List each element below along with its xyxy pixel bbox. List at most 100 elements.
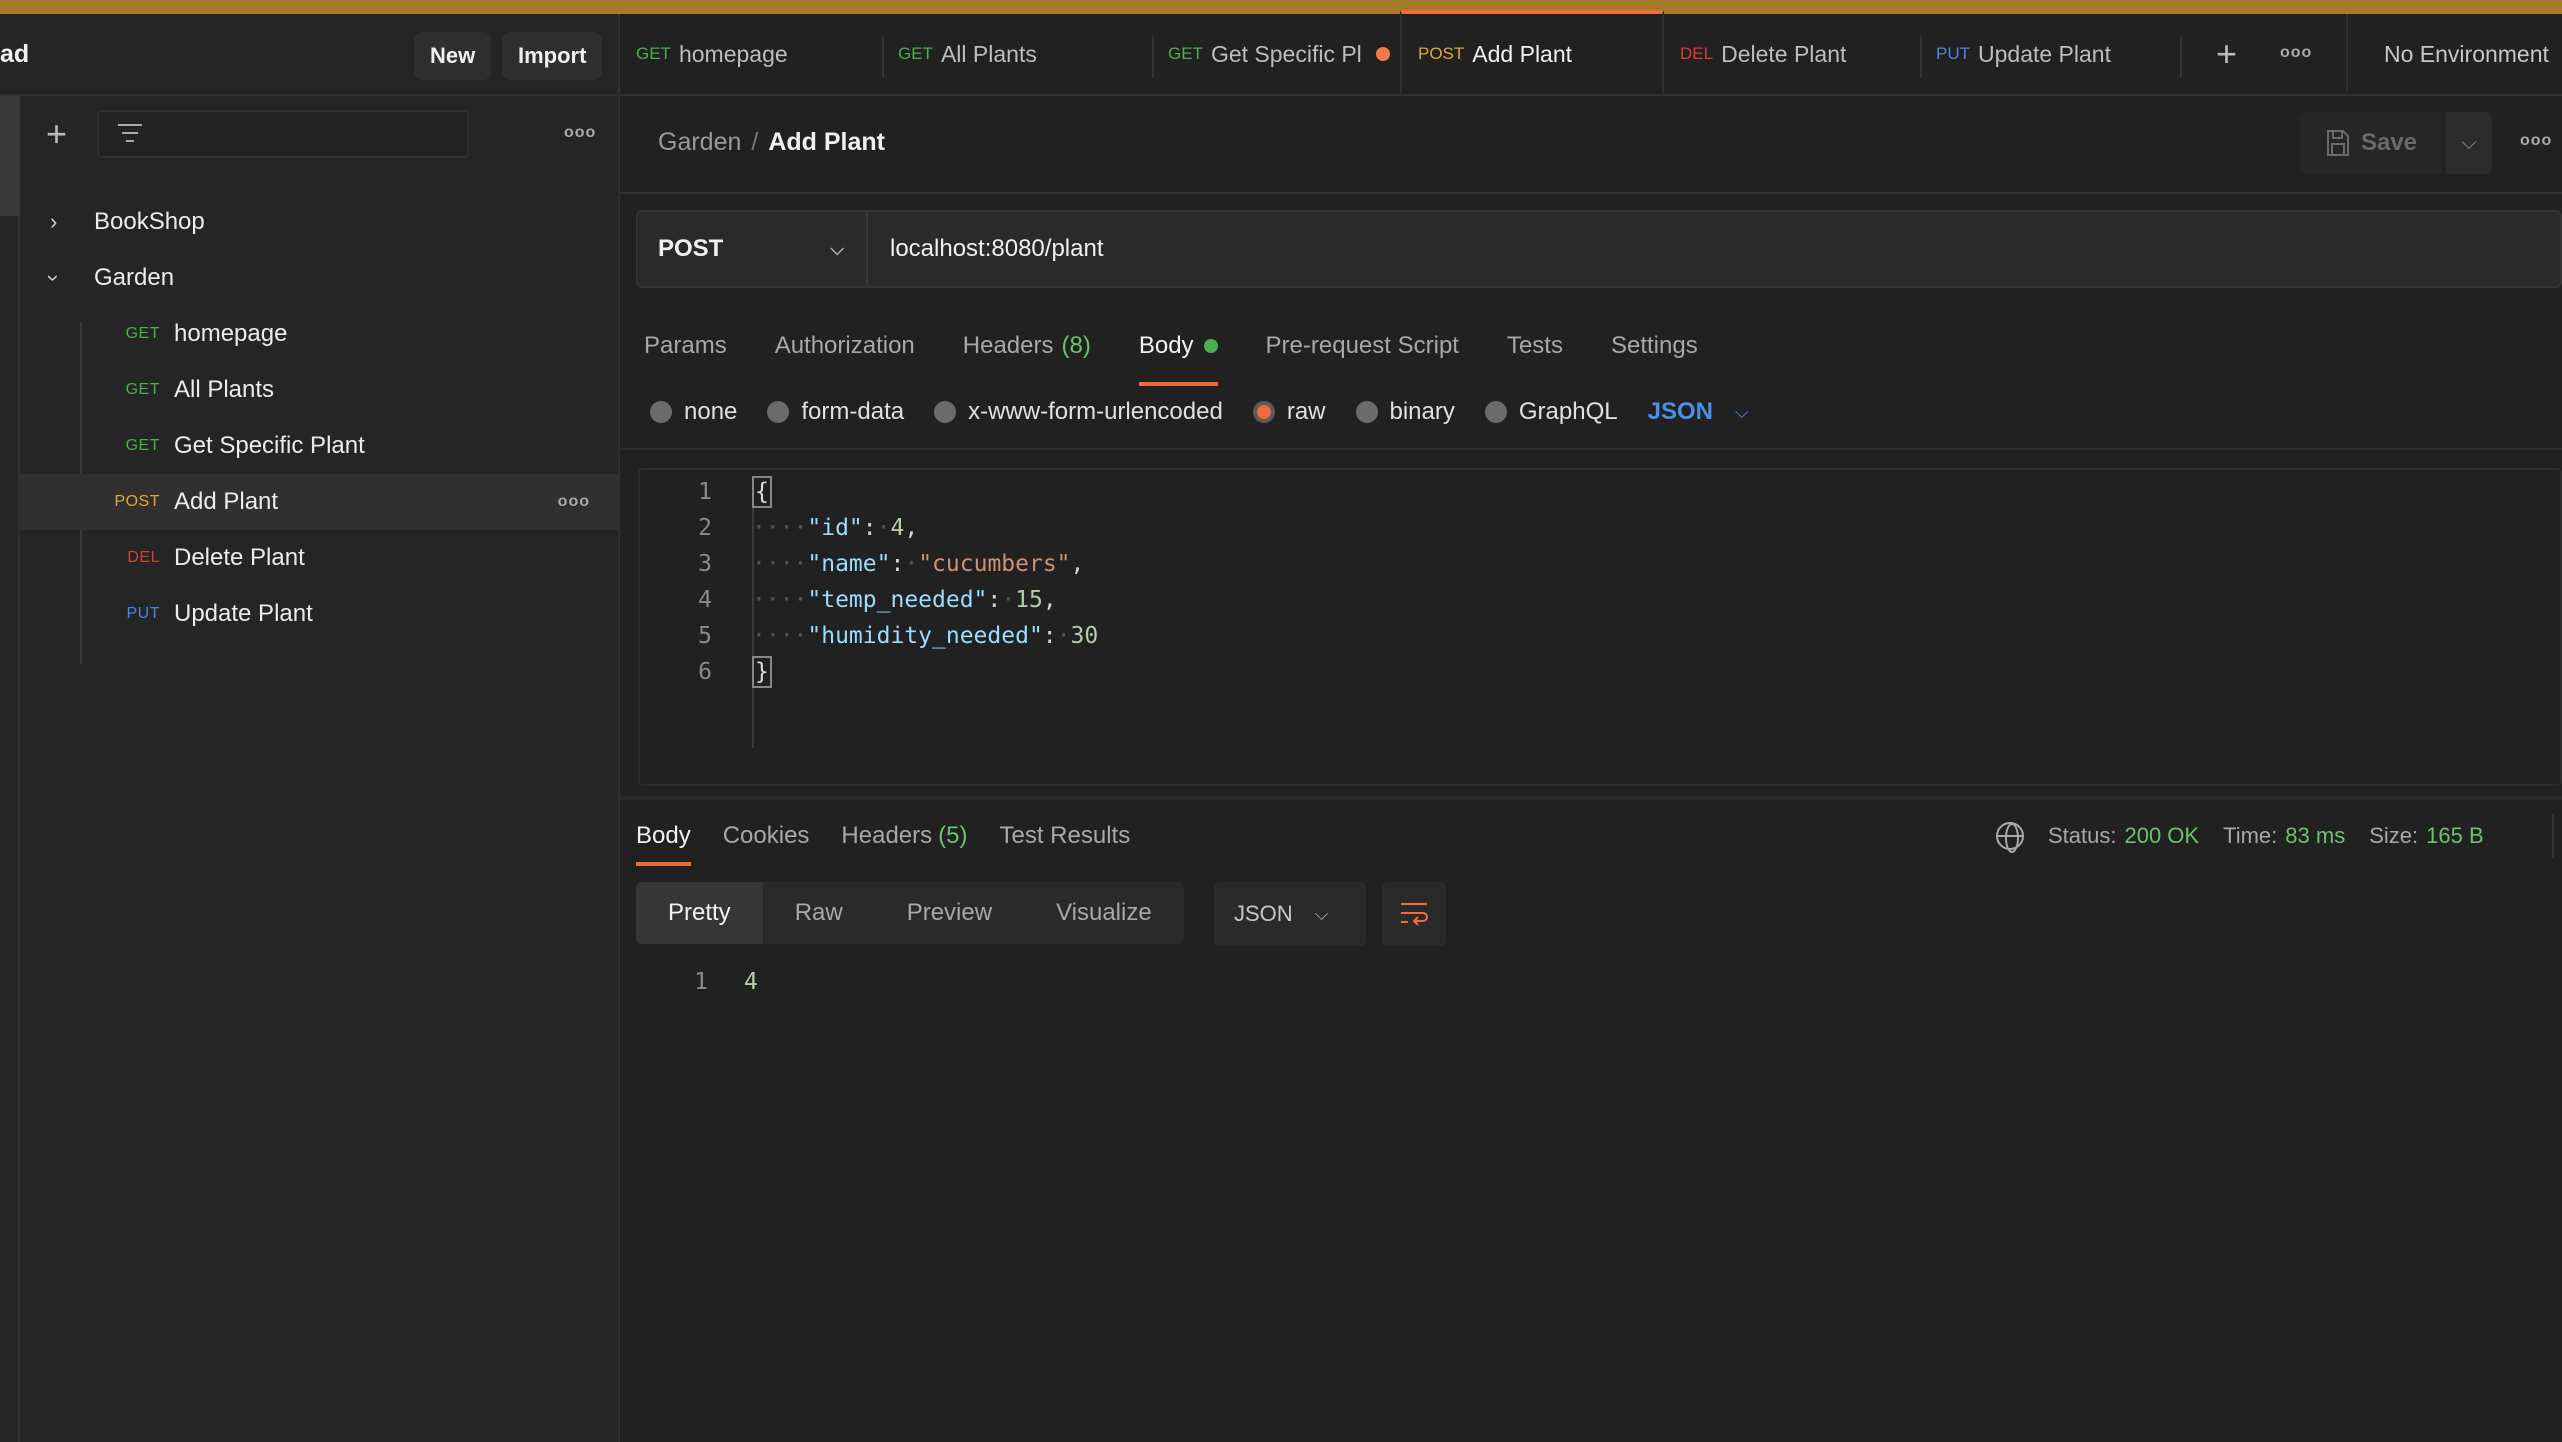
line-number: 2 [698,515,712,541]
body-language-value: JSON [1647,398,1713,425]
tab-label: Tests [1506,332,1563,359]
request-body-editor[interactable]: 1{2 ····"id":·4, 3 ····"name":·"cucumbers",… [638,468,2562,786]
save-button[interactable]: Save [2300,112,2442,174]
filter-input[interactable] [97,110,469,158]
save-response-button[interactable]: S [2552,814,2562,858]
method-badge: PUT [126,605,160,622]
status[interactable]: Status: 200 OK [2048,823,2199,849]
time[interactable]: Time: 83 ms [2223,823,2345,849]
environment-selector[interactable]: No Environment [2346,14,2562,94]
response-tab-headers[interactable]: Headers (5) [841,822,967,850]
tab-label: Headers [841,822,933,849]
method-badge: GET [1168,44,1203,63]
new-button[interactable]: New [414,32,492,80]
left-rail-active-item[interactable] [0,96,20,216]
request-item[interactable]: GET Get Specific Plant [20,418,618,474]
breadcrumb-separator: / [751,128,759,156]
code-line: 2 ····"id":·4, [640,510,2560,546]
response-tabs: Body Cookies Headers (5) Test Results [636,814,1130,866]
save-options-chevron-icon[interactable]: ⌵ [2446,112,2492,174]
globe-icon[interactable] [1996,822,2024,853]
code-token: ···· [752,515,808,541]
request-item-selected[interactable]: POST Add Plant ooo [20,474,618,530]
wrap-lines-button[interactable] [1382,882,1446,946]
code-token: , [1042,587,1057,613]
code-token: "cucumbers" [918,551,1071,577]
chevron-down-icon[interactable]: › [41,274,67,281]
add-collection-icon[interactable]: + [46,116,67,152]
headers-count: (8) [1061,332,1091,359]
breadcrumb: Garden / Add Plant [658,128,885,157]
collection-bookshop[interactable]: › BookShop [20,194,618,250]
code-content: ····"id":·4, [752,515,918,541]
tab-body[interactable]: Body [1138,324,1218,386]
radio-graphql[interactable]: GraphQL [1484,398,1618,426]
filter-icon [117,122,143,148]
view-preview[interactable]: Preview [875,882,1024,944]
code-token: : [987,587,1002,613]
floppy-disk-icon [2326,130,2349,156]
tab-tests[interactable]: Tests [1507,324,1563,368]
tab-params[interactable]: Params [644,324,727,368]
response-language-selector[interactable]: JSON ⌵ [1214,882,1366,946]
request-item[interactable]: GET homepage [20,306,618,362]
response-tab-cookies[interactable]: Cookies [723,822,810,850]
radio-circle-icon [767,401,790,423]
tab-update-plant[interactable]: PUT Update Plant [1920,14,2176,94]
tab-headers[interactable]: Headers (8) [963,324,1091,368]
view-raw[interactable]: Raw [763,882,875,944]
body-language-selector[interactable]: JSON ⌵ [1648,398,1749,426]
radio-binary[interactable]: binary [1355,398,1455,426]
tab-label: Delete Plant [1721,40,1847,67]
code-token: , [904,515,919,541]
request-more-icon[interactable]: ooo [2520,132,2552,150]
save-label: Save [2360,129,2418,156]
request-item[interactable]: PUT Update Plant [20,586,618,642]
tab-settings[interactable]: Settings [1611,324,1698,368]
code-line: 6} [640,654,2560,690]
radio-urlencoded[interactable]: x-www-form-urlencoded [934,398,1223,426]
tab-homepage[interactable]: GET homepage [620,14,876,94]
collection-garden[interactable]: › Garden [20,250,618,306]
import-button[interactable]: Import [502,32,603,80]
tab-label: Headers [962,332,1054,359]
tab-separator [2180,36,2182,78]
url-input[interactable] [868,212,2560,286]
line-number: 4 [698,587,712,613]
response-meta: Status: 200 OK Time: 83 ms Size: 165 B [1996,814,2484,858]
chevron-right-icon[interactable]: › [50,209,57,235]
view-pretty[interactable]: Pretty [636,882,763,944]
tabs-more-icon[interactable]: ooo [2280,44,2312,62]
radio-none[interactable]: none [650,398,737,426]
tab-authorization[interactable]: Authorization [775,324,915,368]
size[interactable]: Size: 165 B [2369,823,2483,849]
radio-raw[interactable]: raw [1252,398,1326,426]
method-selector[interactable]: POST ⌵ [638,212,868,286]
request-item[interactable]: GET All Plants [20,362,618,418]
response-divider-handle[interactable] [620,796,2562,800]
view-visualize[interactable]: Visualize [1024,882,1184,944]
sidebar-more-icon[interactable]: ooo [564,124,596,142]
response-tab-body[interactable]: Body [636,822,691,866]
tab-all-plants[interactable]: GET All Plants [882,14,1142,94]
radio-form-data[interactable]: form-data [767,398,904,426]
radio-circle-icon [650,401,672,423]
request-more-icon[interactable]: ooo [558,493,590,511]
code-content: } [752,656,772,688]
method-badge: DEL [1680,44,1714,63]
response-tab-test-results[interactable]: Test Results [999,822,1130,850]
code-token: "temp_needed" [807,587,988,613]
code-token: · [876,515,891,541]
tab-pre-request-script[interactable]: Pre-request Script [1266,324,1459,368]
request-item[interactable]: DEL Delete Plant [20,530,618,586]
tab-add-plant[interactable]: POST Add Plant [1400,10,1664,94]
new-tab-icon[interactable]: + [2216,36,2237,72]
workspace-title[interactable]: ad [0,40,29,69]
radio-circle-icon [1355,401,1378,423]
tab-delete-plant[interactable]: DEL Delete Plant [1664,14,1920,94]
tab-get-specific-plant[interactable]: GET Get Specific Pl [1152,14,1416,94]
response-view-switcher: Pretty Raw Preview Visualize [636,882,1184,944]
breadcrumb-current[interactable]: Add Plant [768,128,885,156]
breadcrumb-parent[interactable]: Garden [658,128,741,156]
line-number: 5 [698,623,712,649]
